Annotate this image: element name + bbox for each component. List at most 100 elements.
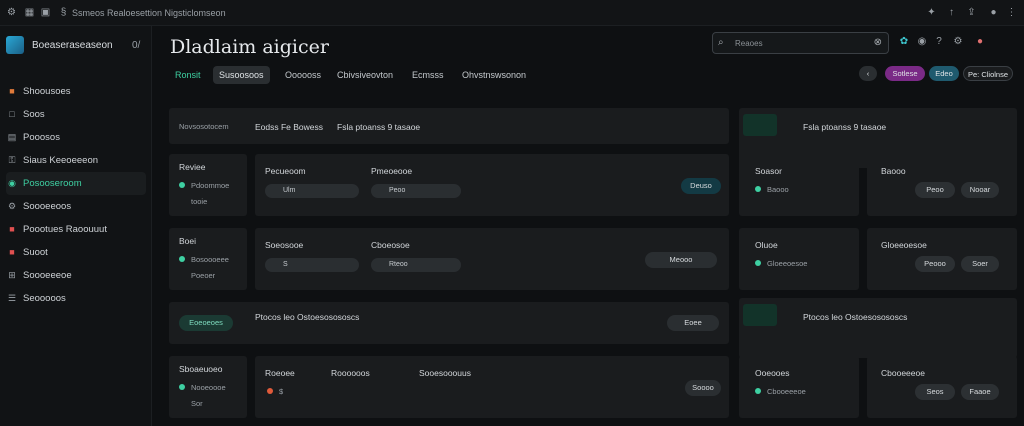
- top-bar: ⚙ ▦ ▣ § Ssmeos Realoesettion Nigsticloms…: [0, 0, 1024, 26]
- action-card-title: Cbooeeeoe: [881, 368, 925, 378]
- banner-card-1: Novsosotocem Eodss Fe Bowess Fsla ptoans…: [169, 108, 729, 144]
- sidebar-nav: ■ Shoousoes □ Soos ▤ Pooosos ⚿ Siaus Keeoeee…: [0, 80, 152, 310]
- secondary-button[interactable]: Peooo: [915, 256, 955, 272]
- settings-icon[interactable]: ⚙: [952, 36, 964, 48]
- tab-overview[interactable]: Ohvstnswsonon: [456, 66, 532, 84]
- action-button[interactable]: Meooo: [645, 252, 717, 268]
- metric-chip[interactable]: Peoo: [371, 184, 461, 198]
- metric-chip[interactable]: Rteoo: [371, 258, 461, 272]
- row-line-2: Sor: [191, 399, 203, 408]
- tab-activity[interactable]: Cbivsiveovton: [331, 66, 399, 84]
- action-card: Gloeeoesoe Peooo Soer: [867, 228, 1017, 290]
- col-1-title: Soeosooe: [265, 240, 304, 250]
- document-icon: ▤: [7, 132, 17, 142]
- row-line-2: Poeoer: [191, 271, 216, 280]
- col-2-title: Pmeoeooe: [371, 166, 413, 176]
- help-icon[interactable]: ?: [933, 36, 945, 48]
- lock-icon: ◉: [8, 178, 16, 188]
- sidebar-item-layers[interactable]: ☰ Seooooos: [6, 287, 146, 310]
- bolt-icon: ■: [9, 247, 15, 257]
- share-icon[interactable]: ⇪: [966, 7, 977, 18]
- page-title: Dladlaim aigicer: [170, 36, 329, 58]
- avatar[interactable]: ●: [974, 36, 986, 48]
- sidebar-item-documents[interactable]: ▤ Pooosos: [6, 126, 146, 149]
- sidebar-item-home[interactable]: ■ Shoousoes: [6, 80, 146, 103]
- status-dot: [179, 384, 185, 390]
- brand[interactable]: Boeaseraseaseon 0/: [6, 36, 146, 58]
- search-input[interactable]: ⌕ Reaoes ⊗: [712, 32, 889, 54]
- seg-btn-3[interactable]: Pe: Cliolnse: [963, 66, 1013, 81]
- puzzle-icon[interactable]: ✦: [926, 7, 937, 18]
- primary-button[interactable]: Soer: [961, 256, 999, 272]
- primary-button[interactable]: Nooar: [961, 182, 999, 198]
- brand-name: Boeaseraseaseon: [32, 40, 113, 51]
- col-3-title: Sooesooouus: [419, 368, 471, 378]
- stat-card: Ooeooes Cbooeeeoe: [739, 356, 859, 418]
- clear-icon[interactable]: ⊗: [874, 37, 882, 48]
- stat-card: Soasor Baooo: [739, 154, 859, 216]
- sidebar-item-label: Shoousoes: [23, 86, 71, 97]
- key-icon: ⚿: [8, 155, 16, 165]
- row-line-1: Nooeoooe: [191, 383, 226, 392]
- bell-icon[interactable]: ◉: [916, 36, 928, 48]
- col-1-title: Roeoee: [265, 368, 295, 378]
- pin-icon[interactable]: ↑: [946, 7, 957, 18]
- banner-button[interactable]: Eoeoeoes: [179, 315, 233, 331]
- row-line-1: Bosoooeee: [191, 255, 229, 264]
- sidebar-item-keys[interactable]: ⚿ Siaus Keeoeeeon: [6, 149, 146, 172]
- row-title: Reviee: [179, 162, 206, 172]
- stat-card: Oluoe Gloeeoesoe: [739, 228, 859, 290]
- profile-icon[interactable]: ●: [988, 7, 999, 18]
- primary-button[interactable]: Faaoe: [961, 384, 999, 400]
- tab-recent[interactable]: Ronsit: [169, 66, 207, 84]
- row-line-1: Pdoommoe: [191, 181, 230, 190]
- home-icon: ■: [9, 86, 15, 96]
- col-2-title: Cboeosoe: [371, 240, 410, 250]
- action-button[interactable]: Soooo: [685, 380, 721, 396]
- sidebar-item-settings[interactable]: ⚙ Soooeeoos: [6, 195, 146, 218]
- sidebar-item-label: Posooseroom: [23, 178, 82, 189]
- banner-detail: Fsla ptoanss 9 tasaoe: [337, 122, 421, 132]
- sidebar-item-grid[interactable]: ⊞ Soooeeeoe: [6, 264, 146, 287]
- sidebar-item-reports[interactable]: ■ Poootues Raoouuut: [6, 218, 146, 241]
- seg-btn-2[interactable]: Edeo: [929, 66, 959, 81]
- seg-btn-1[interactable]: Sotlese: [885, 66, 925, 81]
- secondary-button[interactable]: Seos: [915, 384, 955, 400]
- metric-chip[interactable]: Ulm: [265, 184, 359, 198]
- version-label: 0/: [132, 40, 141, 51]
- status-dot: [755, 186, 761, 192]
- side-card-title: Ptocos leo Ostoesosososcs: [803, 312, 908, 322]
- sidebar-item-locked[interactable]: ◉ Posooseroom: [6, 172, 146, 195]
- action-card-title: Baooo: [881, 166, 906, 176]
- sidebar-item-label: Soos: [23, 109, 45, 120]
- action-button[interactable]: Deuso: [681, 178, 721, 194]
- logo-icon: [6, 36, 24, 54]
- status-dot: [179, 182, 185, 188]
- secondary-button[interactable]: Peoo: [915, 182, 955, 198]
- tab-items[interactable]: Ecmsss: [406, 66, 450, 84]
- window-icon[interactable]: ▣: [40, 7, 51, 18]
- row-main-card[interactable]: Pecueoom Pmeoeooe Ulm Peoo Deuso: [255, 154, 729, 216]
- banner-action[interactable]: Eoee: [667, 315, 719, 331]
- search-icon: ⌕: [718, 37, 724, 48]
- gear-icon: ⚙: [7, 201, 17, 211]
- metric-chip[interactable]: S: [265, 258, 359, 272]
- tab-summary[interactable]: Susoosoos: [213, 66, 270, 84]
- sidebar-item-label: Soooeeeoe: [23, 270, 72, 281]
- tab-others[interactable]: Oooooss: [279, 66, 327, 84]
- thumbnail: [743, 304, 777, 326]
- sidebar-item-label: Soooeeoos: [23, 201, 72, 212]
- sidebar-item-bolt[interactable]: ■ Suoot: [6, 241, 146, 264]
- thumbnail: [743, 114, 777, 136]
- sidebar-item-box[interactable]: □ Soos: [6, 103, 146, 126]
- app-menu-icon[interactable]: ⚙: [6, 7, 17, 18]
- row-main-card[interactable]: Soeosooe Cboeosoe S Rteoo Meooo: [255, 228, 729, 290]
- more-icon[interactable]: ⋮: [1006, 7, 1017, 18]
- bookmark-icon[interactable]: §: [58, 7, 69, 18]
- sparkle-icon[interactable]: ✿: [898, 36, 910, 48]
- status-dot: [179, 256, 185, 262]
- grid-icon[interactable]: ▦: [24, 7, 35, 18]
- row-label-card: Reviee Pdoommoe tooie: [169, 154, 247, 216]
- back-icon[interactable]: ‹: [859, 66, 877, 81]
- row-main-card[interactable]: Roeoee Roooooos Sooesooouus $ Soooo: [255, 356, 729, 418]
